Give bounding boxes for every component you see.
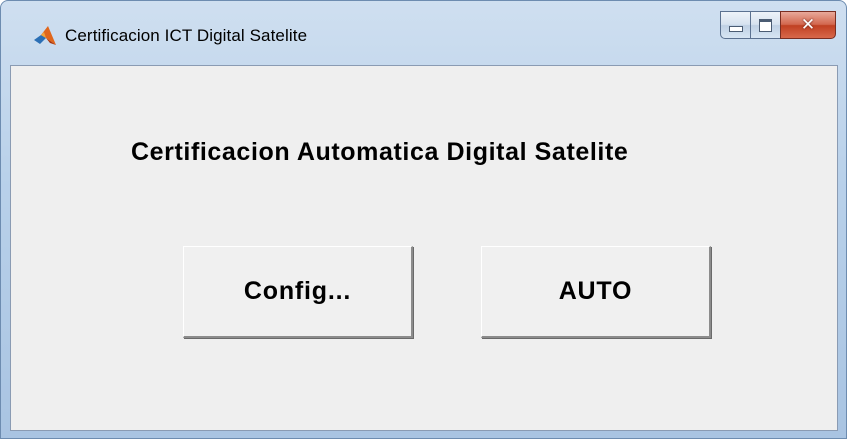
- minimize-icon: [728, 26, 743, 32]
- matlab-icon: [34, 26, 56, 45]
- window-title: Certificacion ICT Digital Satelite: [65, 26, 308, 45]
- close-button[interactable]: ✕: [780, 11, 836, 39]
- caption-buttons: ✕: [720, 11, 836, 41]
- auto-button[interactable]: AUTO: [481, 246, 711, 338]
- maximize-button[interactable]: [750, 11, 780, 39]
- app-window: Certificacion ICT Digital Satelite ✕ Cer…: [0, 0, 847, 439]
- page-title: Certificacion Automatica Digital Satelit…: [131, 138, 629, 166]
- client-area: Certificacion Automatica Digital Satelit…: [10, 65, 838, 431]
- minimize-button[interactable]: [720, 11, 750, 39]
- close-icon: ✕: [800, 14, 816, 35]
- maximize-icon: [759, 18, 772, 32]
- config-button[interactable]: Config...: [183, 246, 413, 338]
- title-bar[interactable]: Certificacion ICT Digital Satelite ✕: [1, 1, 846, 59]
- window-frame-bottom: [1, 429, 846, 438]
